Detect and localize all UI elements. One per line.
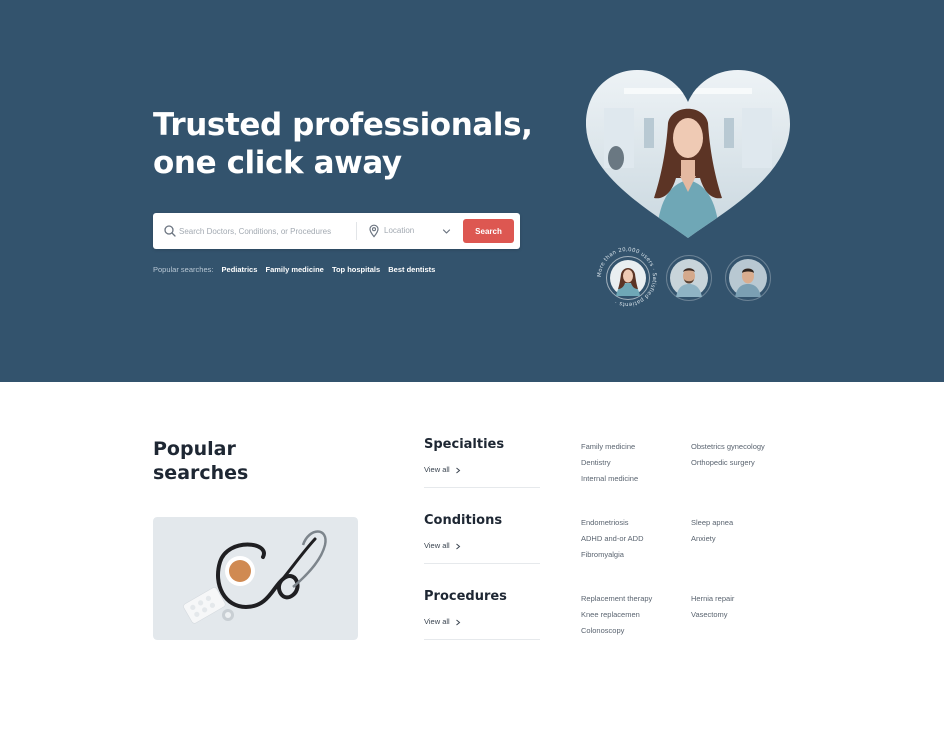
link-sleep-apnea[interactable]: Sleep apnea [691, 518, 733, 527]
section-title-line-1: Popular [153, 438, 236, 460]
view-all-label: View all [424, 617, 450, 626]
search-divider [356, 222, 357, 240]
link-obstetrics-gynecology[interactable]: Obstetrics gynecology [691, 442, 765, 451]
avatar-doctor-2[interactable] [666, 255, 712, 301]
search-icon [164, 225, 176, 237]
link-family-medicine[interactable]: Family medicine [581, 442, 635, 451]
search-bar: Location Search [153, 213, 520, 249]
link-knee-replacement[interactable]: Knee replacemen [581, 610, 640, 619]
link-endometriosis[interactable]: Endometriosis [581, 518, 629, 527]
link-colonoscopy[interactable]: Colonoscopy [581, 626, 624, 635]
popular-chip-family-medicine[interactable]: Family medicine [266, 265, 324, 274]
view-all-link[interactable]: View all [424, 617, 461, 626]
view-all-label: View all [424, 541, 450, 550]
divider [424, 563, 540, 564]
popular-chip-pediatrics[interactable]: Pediatrics [222, 265, 258, 274]
hero-title-line-2: one click away [153, 145, 402, 181]
hero-title-line-1: Trusted professionals, [153, 107, 533, 143]
location-pin-icon [369, 224, 379, 238]
view-all-link[interactable]: View all [424, 541, 461, 550]
view-all-link[interactable]: View all [424, 465, 461, 474]
hero-title: Trusted professionals, one click away [153, 106, 533, 182]
category-title: Procedures [424, 589, 507, 604]
view-all-label: View all [424, 465, 450, 474]
chevron-down-icon[interactable] [442, 227, 451, 236]
divider [424, 487, 540, 488]
stethoscope-image [153, 517, 358, 640]
link-hernia-repair[interactable]: Hernia repair [691, 594, 734, 603]
search-button[interactable]: Search [463, 219, 514, 243]
divider [424, 639, 540, 640]
doctor-heart-photo [586, 70, 790, 238]
category-conditions: Conditions View all [424, 513, 540, 569]
avatar-doctor-3[interactable] [725, 255, 771, 301]
category-title: Conditions [424, 513, 503, 528]
link-fibromyalgia[interactable]: Fibromyalgia [581, 550, 624, 559]
link-dentistry[interactable]: Dentistry [581, 458, 611, 467]
popular-chip-top-hospitals[interactable]: Top hospitals [332, 265, 380, 274]
search-input[interactable] [179, 222, 349, 240]
chevron-right-icon [455, 619, 461, 625]
popular-chip-best-dentists[interactable]: Best dentists [388, 265, 435, 274]
hero-section: Trusted professionals, one click away Lo… [0, 0, 944, 382]
section-title-line-2: searches [153, 462, 249, 484]
link-anxiety[interactable]: Anxiety [691, 534, 716, 543]
chevron-right-icon [455, 543, 461, 549]
link-replacement-therapy[interactable]: Replacement therapy [581, 594, 652, 603]
link-adhd[interactable]: ADHD and-or ADD [581, 534, 644, 543]
popular-searches-row: Popular searches: Pediatrics Family medi… [153, 265, 441, 274]
category-procedures: Procedures View all [424, 589, 540, 645]
category-title: Specialties [424, 437, 505, 452]
link-vasectomy[interactable]: Vasectomy [691, 610, 728, 619]
link-orthopedic-surgery[interactable]: Orthopedic surgery [691, 458, 755, 467]
avatar-doctor-1[interactable] [606, 256, 650, 300]
section-title: Popular searches [153, 437, 333, 485]
link-internal-medicine[interactable]: Internal medicine [581, 474, 638, 483]
popular-searches-label: Popular searches: [153, 265, 214, 274]
category-specialties: Specialties View all [424, 437, 540, 493]
chevron-right-icon [455, 467, 461, 473]
